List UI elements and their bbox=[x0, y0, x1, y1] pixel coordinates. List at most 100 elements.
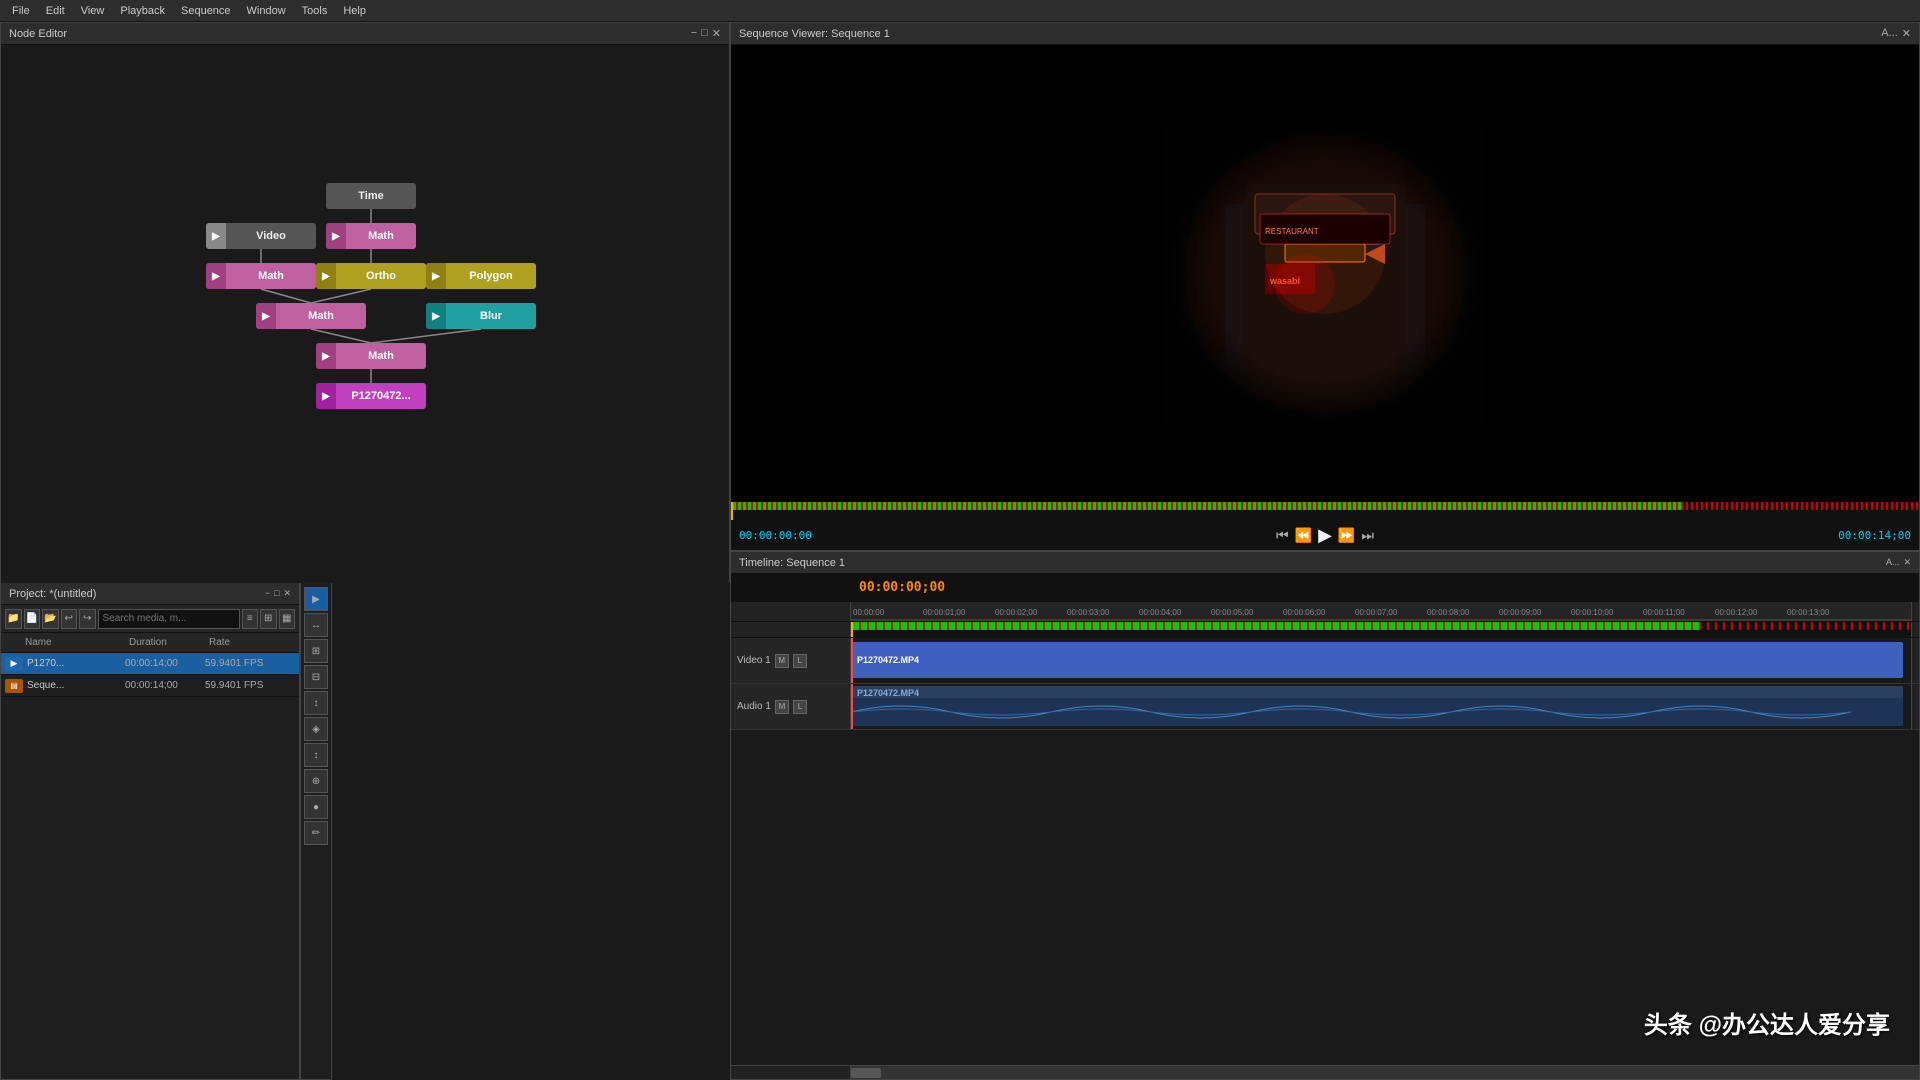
project-titlebar: Project: *(untitled) − □ ✕ bbox=[1, 583, 299, 605]
audio-m-button[interactable]: M bbox=[775, 700, 789, 714]
tool-select[interactable]: ▶ bbox=[304, 587, 328, 611]
node-video-icon: ▶ bbox=[206, 223, 226, 249]
undo-button[interactable]: ↩ bbox=[61, 609, 78, 629]
audio-track-scrollbar[interactable] bbox=[1911, 684, 1919, 729]
menu-tools[interactable]: Tools bbox=[294, 3, 336, 19]
viewer-progress-container[interactable] bbox=[731, 502, 1919, 520]
tool-razor[interactable]: ◈ bbox=[304, 717, 328, 741]
item-duration-0: 00:00:14;00 bbox=[125, 658, 205, 669]
viewer-minimize[interactable]: A... bbox=[1881, 27, 1898, 40]
video-playhead-line bbox=[851, 638, 853, 683]
node-ortho[interactable]: ▶ Ortho bbox=[316, 263, 426, 289]
video-track-label: Video 1 M L bbox=[731, 638, 851, 683]
node-editor-close[interactable]: ✕ bbox=[712, 27, 721, 40]
menu-view[interactable]: View bbox=[73, 3, 113, 19]
grid-view-button[interactable]: ▦ bbox=[279, 609, 296, 629]
project-maximize[interactable]: □ bbox=[274, 588, 279, 599]
tool-track-select[interactable]: ↔ bbox=[304, 613, 328, 637]
icon-view-button[interactable]: ⊞ bbox=[260, 609, 277, 629]
project-list: ▶ P1270... 00:00:14;00 59.9401 FPS ▤ Seq… bbox=[1, 653, 299, 1079]
tool-pen[interactable]: ● bbox=[304, 795, 328, 819]
tool-hand[interactable]: ✏ bbox=[304, 821, 328, 845]
node-p1270[interactable]: ▶ P1270472... bbox=[316, 383, 426, 409]
play-button[interactable]: ▶ bbox=[1318, 525, 1332, 546]
menu-file[interactable]: File bbox=[4, 3, 38, 19]
timeline-close[interactable]: ✕ bbox=[1903, 557, 1911, 568]
viewer-close[interactable]: ✕ bbox=[1902, 27, 1911, 40]
audio-clip-name: P1270472.MP4 bbox=[857, 688, 919, 698]
node-math2-label: Math bbox=[226, 270, 316, 282]
video-clip-0[interactable]: P1270472.MP4 bbox=[851, 642, 1903, 678]
node-editor-title: Node Editor bbox=[9, 28, 67, 40]
node-polygon-label: Polygon bbox=[446, 270, 536, 282]
svg-text:00:00:05;00: 00:00:05;00 bbox=[1211, 608, 1254, 617]
menubar: File Edit View Playback Sequence Window … bbox=[0, 0, 1920, 22]
go-to-end-button[interactable]: ⏭ bbox=[1361, 527, 1374, 544]
open-button[interactable]: 📂 bbox=[42, 609, 59, 629]
node-blur-label: Blur bbox=[446, 310, 536, 322]
tool-ripple[interactable]: ⊞ bbox=[304, 639, 328, 663]
go-to-start-button[interactable]: ⏮ bbox=[1276, 527, 1289, 544]
menu-playback[interactable]: Playback bbox=[112, 3, 173, 19]
svg-text:00:00:09;00: 00:00:09;00 bbox=[1499, 608, 1542, 617]
audio-l-button[interactable]: L bbox=[793, 700, 807, 714]
h-scrollbar-thumb[interactable] bbox=[851, 1068, 881, 1078]
node-math2-icon: ▶ bbox=[206, 263, 226, 289]
menu-sequence[interactable]: Sequence bbox=[173, 3, 239, 19]
node-blur[interactable]: ▶ Blur bbox=[426, 303, 536, 329]
node-polygon[interactable]: ▶ Polygon bbox=[426, 263, 536, 289]
viewer-playhead[interactable] bbox=[731, 502, 733, 520]
tool-rate[interactable]: ↕ bbox=[304, 691, 328, 715]
node-math2[interactable]: ▶ Math bbox=[206, 263, 316, 289]
redo-button[interactable]: ↪ bbox=[79, 609, 96, 629]
audio-playhead-line bbox=[851, 684, 853, 729]
video-track-content[interactable]: P1270472.MP4 bbox=[851, 638, 1911, 683]
node-ortho-label: Ortho bbox=[336, 270, 426, 282]
node-math1[interactable]: ▶ Math bbox=[326, 223, 416, 249]
new-bin-button[interactable]: 📁 bbox=[5, 609, 22, 629]
node-editor-maximize[interactable]: □ bbox=[701, 27, 708, 40]
project-close[interactable]: ✕ bbox=[283, 588, 291, 599]
node-math4-icon: ▶ bbox=[316, 343, 336, 369]
tool-slip[interactable]: ↕ bbox=[304, 743, 328, 767]
step-back-button[interactable]: ⏪ bbox=[1295, 527, 1312, 544]
project-minimize[interactable]: − bbox=[265, 588, 270, 599]
timeline-ruler[interactable]: 00:00:00 00:00:01;00 00:00:02;00 00:00:0… bbox=[851, 602, 1911, 621]
item-name-0: P1270... bbox=[27, 658, 125, 669]
tool-slide[interactable]: ⊕ bbox=[304, 769, 328, 793]
project-panel: Project: *(untitled) − □ ✕ 📁 📄 📂 ↩ ↪ ≡ ⊞ bbox=[0, 582, 300, 1080]
list-view-button[interactable]: ≡ bbox=[242, 609, 259, 629]
project-item-1[interactable]: ▤ Seque... 00:00:14;00 59.9401 FPS bbox=[1, 675, 299, 697]
svg-text:00:00:00: 00:00:00 bbox=[853, 608, 885, 617]
node-math4[interactable]: ▶ Math bbox=[316, 343, 426, 369]
timeline-minimize[interactable]: A... bbox=[1886, 557, 1900, 568]
item-rate-0: 59.9401 FPS bbox=[205, 658, 295, 669]
new-item-button[interactable]: 📄 bbox=[24, 609, 41, 629]
video-track-row: Video 1 M L P1270472.MP4 bbox=[731, 638, 1919, 684]
audio-track-row: Audio 1 M L P1270472.MP4 bbox=[731, 684, 1919, 730]
timeline-playhead[interactable] bbox=[851, 622, 853, 637]
audio-clip-0[interactable]: P1270472.MP4 bbox=[851, 686, 1903, 726]
timeline-h-scrollbar[interactable] bbox=[731, 1065, 1919, 1079]
menu-edit[interactable]: Edit bbox=[38, 3, 73, 19]
node-time[interactable]: Time bbox=[326, 183, 416, 209]
project-item-0[interactable]: ▶ P1270... 00:00:14;00 59.9401 FPS bbox=[1, 653, 299, 675]
sequence-viewer: Sequence Viewer: Sequence 1 A... ✕ bbox=[730, 22, 1920, 551]
node-canvas: Time ▶ Math ▶ Video ▶ Math bbox=[1, 45, 729, 583]
menu-help[interactable]: Help bbox=[335, 3, 374, 19]
node-editor-minimize[interactable]: − bbox=[691, 27, 697, 40]
video-m-button[interactable]: M bbox=[775, 654, 789, 668]
node-math3[interactable]: ▶ Math bbox=[256, 303, 366, 329]
search-media-input[interactable] bbox=[98, 609, 240, 629]
menu-window[interactable]: Window bbox=[239, 3, 294, 19]
video-track-scrollbar[interactable] bbox=[1911, 638, 1919, 683]
step-forward-button[interactable]: ⏩ bbox=[1338, 527, 1355, 544]
item-rate-1: 59.9401 FPS bbox=[205, 680, 295, 691]
viewer-in-out-marks bbox=[731, 502, 1919, 510]
node-video[interactable]: ▶ Video bbox=[206, 223, 316, 249]
video-l-button[interactable]: L bbox=[793, 654, 807, 668]
audio-track-content[interactable]: P1270472.MP4 bbox=[851, 684, 1911, 729]
svg-text:00:00:07;00: 00:00:07;00 bbox=[1355, 608, 1398, 617]
tool-rolling[interactable]: ⊟ bbox=[304, 665, 328, 689]
col-header-rate: Rate bbox=[205, 637, 295, 648]
